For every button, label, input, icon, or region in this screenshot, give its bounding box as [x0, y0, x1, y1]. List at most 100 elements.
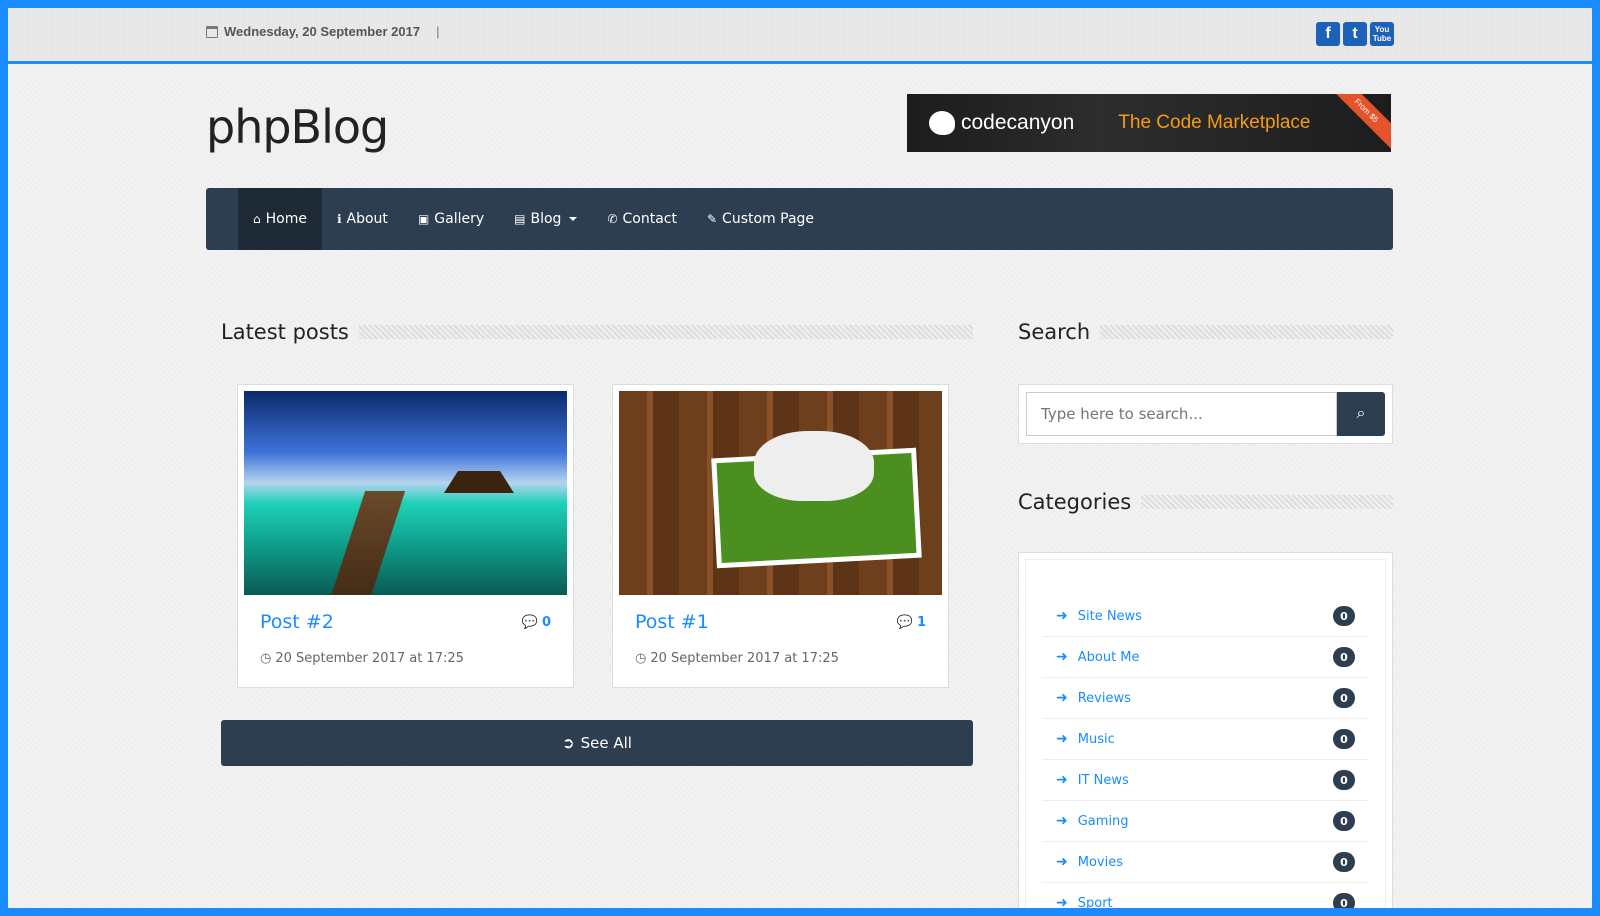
search-panel: ⌕: [1018, 384, 1393, 444]
category-count-badge: 0: [1333, 893, 1355, 908]
post-date-text: 20 September 2017 at 17:25: [275, 651, 464, 666]
categories-list: ➜ Site News 0 ➜ About Me 0 ➜ Reviews 0 ➜ Mus…: [1025, 559, 1386, 908]
page-frame: Wednesday, 20 September 2017 | f t You T…: [8, 8, 1592, 908]
nav-gallery-label: Gallery: [434, 211, 485, 227]
post-card[interactable]: Post #2 💬 0 ◷ 20 September 2017 at 17:25: [237, 384, 574, 688]
latest-posts-title: Latest posts: [221, 320, 349, 344]
comment-count-value: 1: [916, 614, 926, 630]
banner-tagline: The Code Marketplace: [1118, 112, 1311, 133]
twitter-icon[interactable]: t: [1343, 22, 1367, 46]
pencil-icon: ✎: [706, 212, 718, 226]
category-label: About Me: [1077, 649, 1140, 665]
search-button[interactable]: ⌕: [1337, 392, 1385, 436]
arrow-right-icon: ➜: [1056, 649, 1068, 665]
facebook-icon[interactable]: f: [1316, 22, 1340, 46]
heading-stripe: [1100, 325, 1393, 339]
phone-icon: ✆: [607, 212, 618, 226]
post-date: ◷ 20 September 2017 at 17:25: [244, 633, 567, 666]
post-thumbnail[interactable]: [244, 391, 567, 595]
category-label: Music: [1077, 731, 1115, 747]
comments-icon: 💬: [896, 614, 913, 630]
see-all-button[interactable]: ➲ See All: [221, 720, 973, 766]
arrow-right-icon: ➜: [1056, 608, 1068, 624]
file-icon: ▤: [514, 212, 526, 226]
main-nav: ⌂ Home ℹ About ▣ Gallery ▤ Blog ✆ Contac…: [206, 188, 1393, 250]
clock-icon: ◷: [260, 651, 272, 666]
search-title: Search: [1018, 320, 1091, 344]
site-logo[interactable]: phpBlog: [206, 100, 389, 154]
date-separator: |: [436, 24, 440, 39]
nav-gallery[interactable]: ▣ Gallery: [403, 188, 499, 250]
nav-home-label: Home: [265, 211, 307, 227]
list-item[interactable]: ➜ Site News 0: [1042, 596, 1369, 637]
categories-heading: Categories: [1018, 490, 1393, 514]
clock-icon: ◷: [635, 651, 647, 666]
nav-about[interactable]: ℹ About: [322, 188, 403, 250]
list-item[interactable]: ➜ IT News 0: [1042, 760, 1369, 801]
category-count-badge: 0: [1333, 688, 1355, 708]
post-title[interactable]: Post #1: [635, 611, 709, 633]
calendar-icon: [206, 25, 218, 38]
see-all-label: See All: [580, 734, 632, 752]
goat-shape: [754, 431, 874, 501]
latest-posts-heading: Latest posts: [221, 320, 973, 344]
image-icon: ▣: [417, 212, 430, 226]
nav-custom-page[interactable]: ✎ Custom Page: [692, 188, 829, 250]
post-title-row: Post #2 💬 0: [244, 595, 567, 633]
arrow-right-icon: ➜: [1056, 854, 1068, 870]
nav-contact-label: Contact: [622, 211, 677, 227]
search-input[interactable]: [1026, 392, 1337, 436]
category-label: IT News: [1077, 772, 1129, 788]
categories-panel: ➜ Site News 0 ➜ About Me 0 ➜ Reviews 0 ➜ Mus…: [1018, 552, 1393, 908]
categories-title: Categories: [1018, 490, 1132, 514]
list-item[interactable]: ➜ About Me 0: [1042, 637, 1369, 678]
codecanyon-logo-icon: [929, 111, 955, 135]
date-display: Wednesday, 20 September 2017 |: [206, 24, 439, 39]
comment-count-value: 0: [541, 614, 551, 630]
category-count-badge: 0: [1333, 729, 1355, 749]
banner-brand-text: codecanyon: [961, 111, 1075, 134]
post-date-text: 20 September 2017 at 17:25: [650, 651, 839, 666]
list-item[interactable]: ➜ Reviews 0: [1042, 678, 1369, 719]
banner-ribbon: From $5: [1327, 94, 1391, 150]
nav-custom-page-label: Custom Page: [722, 211, 815, 227]
banner-brand: codecanyon: [929, 111, 1074, 135]
comments-icon: 💬: [521, 614, 538, 630]
category-label: Site News: [1077, 608, 1142, 624]
nav-blog[interactable]: ▤ Blog: [499, 188, 592, 250]
category-count-badge: 0: [1333, 606, 1355, 626]
home-icon: ⌂: [253, 212, 261, 226]
list-item[interactable]: ➜ Sport 0: [1042, 883, 1369, 908]
list-item[interactable]: ➜ Music 0: [1042, 719, 1369, 760]
category-count-badge: 0: [1333, 647, 1355, 667]
nav-home[interactable]: ⌂ Home: [238, 188, 322, 250]
post-title-row: Post #1 💬 1: [619, 595, 942, 633]
nav-contact[interactable]: ✆ Contact: [592, 188, 692, 250]
youtube-icon[interactable]: You Tube: [1370, 22, 1394, 46]
heading-stripe: [358, 325, 973, 339]
arrow-right-icon: ➜: [1056, 731, 1068, 747]
post-thumbnail[interactable]: [619, 391, 942, 595]
ad-banner[interactable]: codecanyon The Code Marketplace From $5: [907, 94, 1391, 152]
category-label: Movies: [1077, 854, 1123, 870]
category-count-badge: 0: [1333, 770, 1355, 790]
arrow-right-icon: ➜: [1056, 813, 1068, 829]
post-date: ◷ 20 September 2017 at 17:25: [619, 633, 942, 666]
comment-count: 💬 1: [897, 615, 926, 630]
search-icon: ⌕: [1356, 405, 1366, 422]
info-icon: ℹ: [336, 212, 342, 226]
post-title[interactable]: Post #2: [260, 611, 334, 633]
hut-shape: [444, 471, 514, 493]
heading-stripe: [1141, 495, 1393, 509]
social-links: f t You Tube: [1316, 22, 1394, 46]
list-item[interactable]: ➜ Gaming 0: [1042, 801, 1369, 842]
arrow-right-icon: ➜: [1056, 690, 1068, 706]
nav-blog-label: Blog: [530, 211, 562, 227]
list-item[interactable]: ➜ Movies 0: [1042, 842, 1369, 883]
category-count-badge: 0: [1333, 852, 1355, 872]
category-label: Sport: [1077, 895, 1113, 909]
caret-down-icon: [569, 217, 578, 221]
arrow-right-icon: ➜: [1056, 895, 1068, 908]
post-card[interactable]: Post #1 💬 1 ◷ 20 September 2017 at 17:25: [612, 384, 949, 688]
arrow-right-icon: ➜: [1056, 772, 1068, 788]
